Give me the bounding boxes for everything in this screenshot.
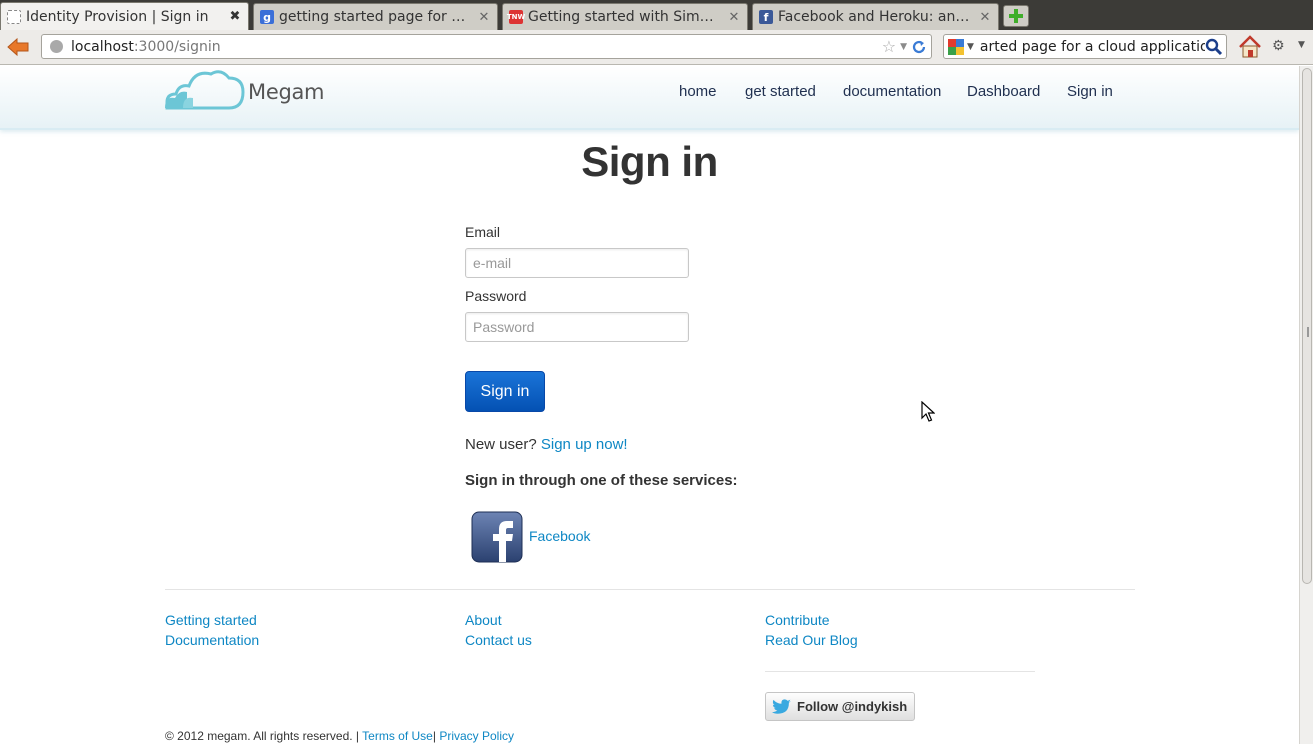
sign-in-button[interactable]: Sign in — [465, 371, 545, 412]
page-viewport: Megam home get started documentation Das… — [0, 66, 1299, 744]
privacy-link[interactable]: Privacy Policy — [439, 729, 514, 743]
footer-link-about[interactable]: About — [465, 612, 502, 628]
close-icon[interactable]: ✕ — [477, 10, 491, 25]
back-arrow-icon — [7, 37, 29, 57]
follow-label: Follow @indykish — [797, 699, 908, 714]
nav-get-started[interactable]: get started — [745, 83, 816, 100]
password-field[interactable] — [465, 312, 689, 342]
brand-name[interactable]: Megam — [248, 80, 325, 104]
tab-title: Getting started with Simple… — [528, 9, 721, 25]
megam-logo[interactable] — [165, 66, 245, 110]
browser-tabstrip: Identity Provision | Sign in ✖ g getting… — [0, 0, 1313, 30]
extension-icon[interactable]: ⚙ — [1272, 38, 1290, 56]
close-icon[interactable]: ✖ — [228, 9, 242, 24]
google-icon: g — [260, 10, 274, 24]
mouse-pointer-icon — [921, 401, 935, 422]
footer-link-getting-started[interactable]: Getting started — [165, 612, 257, 628]
tab-identity-provision[interactable]: Identity Provision | Sign in ✖ — [0, 2, 249, 30]
engine-dropdown-icon[interactable]: ▼ — [967, 42, 974, 52]
nav-dashboard[interactable]: Dashboard — [967, 83, 1040, 100]
search-query: arted page for a cloud application — [979, 38, 1205, 55]
twitter-follow-button[interactable]: Follow @indykish — [765, 692, 915, 721]
nav-documentation-link[interactable]: documentation — [843, 83, 941, 100]
plus-icon — [1009, 9, 1023, 23]
scrollbar-grip — [1307, 327, 1309, 337]
nav-home-link[interactable]: home — [679, 83, 717, 100]
facebook-icon[interactable] — [471, 511, 523, 563]
new-user-text: New user? — [465, 436, 537, 453]
facebook-icon: f — [759, 10, 773, 24]
close-icon[interactable]: ✕ — [727, 10, 741, 25]
close-icon[interactable]: ✕ — [978, 10, 992, 25]
site-identity-icon[interactable] — [50, 40, 63, 53]
url-path: :3000/signin — [133, 38, 221, 55]
footer-link-contribute[interactable]: Contribute — [765, 612, 830, 628]
tab-title: getting started page for a c… — [279, 9, 471, 25]
tab-title: Identity Provision | Sign in — [26, 8, 209, 25]
copyright-text: © 2012 megam. All rights reserved. | — [165, 729, 360, 743]
nav-get-started-link[interactable]: get started — [745, 83, 816, 100]
tab-title: Facebook and Heroku: an e… — [778, 9, 972, 25]
nav-documentation[interactable]: documentation — [843, 83, 941, 100]
footer-small-divider — [765, 671, 1035, 672]
sign-up-link[interactable]: Sign up now! — [541, 436, 628, 453]
nav-dashboard-link[interactable]: Dashboard — [967, 83, 1040, 100]
new-tab-button[interactable] — [1003, 5, 1029, 27]
vertical-scrollbar[interactable] — [1299, 66, 1313, 744]
address-bar[interactable]: localhost:3000/signin ☆ ▼ — [41, 34, 932, 59]
copyright-line: © 2012 megam. All rights reserved. | Ter… — [165, 729, 514, 743]
cloud-logo-icon — [165, 70, 245, 110]
footer-link-documentation[interactable]: Documentation — [165, 632, 259, 648]
search-bar[interactable]: ▼ arted page for a cloud application — [943, 34, 1227, 59]
email-field[interactable] — [465, 248, 689, 278]
menu-dropdown-icon[interactable]: ▼ — [1298, 40, 1305, 50]
tab-simple[interactable]: TNW Getting started with Simple… ✕ — [502, 3, 748, 30]
email-label: Email — [465, 224, 501, 240]
search-icon[interactable] — [1205, 38, 1223, 56]
tab-google-search[interactable]: g getting started page for a c… ✕ — [253, 3, 498, 30]
password-label: Password — [465, 288, 527, 304]
tab-facebook-heroku[interactable]: f Facebook and Heroku: an e… ✕ — [752, 3, 999, 30]
scrollbar-thumb[interactable] — [1302, 68, 1312, 584]
history-dropdown-icon[interactable]: ▼ — [900, 42, 907, 52]
footer-link-blog[interactable]: Read Our Blog — [765, 632, 858, 648]
footer-link-contact[interactable]: Contact us — [465, 632, 532, 648]
site-header: Megam home get started documentation Das… — [0, 66, 1299, 130]
page-title: Sign in — [581, 138, 718, 185]
new-user-prompt: New user? Sign up now! — [465, 436, 628, 453]
facebook-link[interactable]: Facebook — [529, 528, 590, 544]
blank-page-icon — [7, 9, 21, 24]
services-heading: Sign in through one of these services: — [465, 472, 738, 489]
nav-sign-in[interactable]: Sign in — [1067, 83, 1113, 100]
nav-sign-in-link[interactable]: Sign in — [1067, 83, 1113, 100]
reload-icon[interactable] — [911, 39, 927, 55]
browser-navbar: localhost:3000/signin ☆ ▼ ▼ arted page f… — [0, 30, 1313, 65]
back-button[interactable] — [5, 35, 31, 59]
home-icon — [1239, 35, 1261, 58]
footer-separator: | — [432, 729, 436, 743]
twitter-bird-icon — [772, 698, 791, 714]
url-host: localhost — [71, 38, 134, 55]
terms-link[interactable]: Terms of Use — [362, 729, 433, 743]
footer-divider — [165, 589, 1135, 590]
nav-home[interactable]: home — [679, 83, 717, 100]
home-button[interactable] — [1237, 34, 1263, 60]
tnw-icon: TNW — [507, 10, 525, 24]
bookmark-star-icon[interactable]: ☆ — [882, 37, 896, 56]
google-search-engine-icon[interactable] — [948, 38, 964, 55]
